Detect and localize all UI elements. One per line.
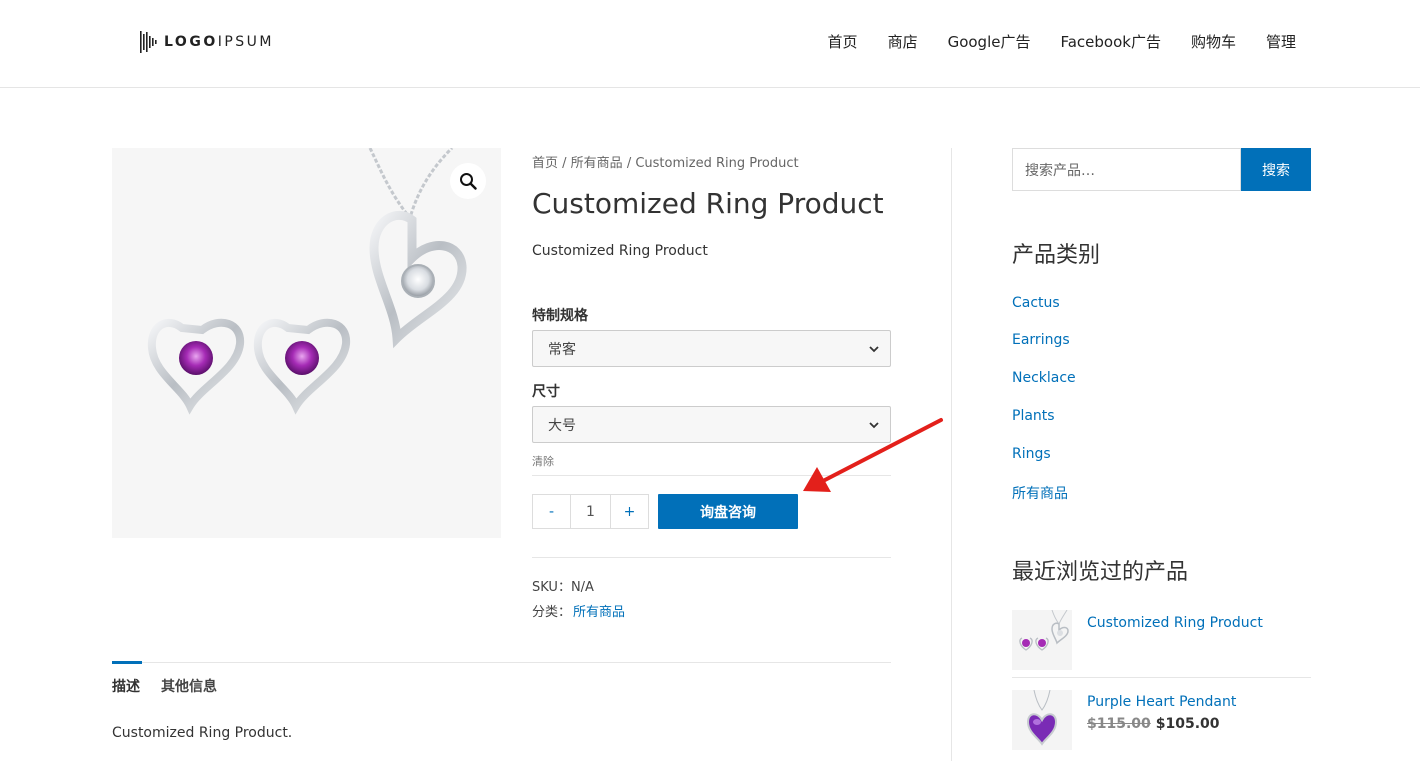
nav-item-google-ads[interactable]: Google广告 <box>948 33 1031 51</box>
zoom-button[interactable] <box>450 163 486 199</box>
product-sku: SKU：N/A <box>532 576 594 595</box>
quantity-input[interactable]: 1 <box>571 494 610 529</box>
variation-label-spec: 特制规格 <box>532 308 588 324</box>
category-link[interactable]: 所有商品 <box>573 605 625 620</box>
sku-value: N/A <box>570 580 594 595</box>
logo-text: LOGOIPSUM <box>164 34 275 50</box>
annotation-arrow <box>803 418 943 492</box>
recent-products-separator <box>1012 677 1311 678</box>
site-logo[interactable]: LOGOIPSUM <box>139 29 274 55</box>
clear-variations-link[interactable]: 清除 <box>532 453 554 469</box>
variation-select-spec-value: 常客 <box>548 341 576 358</box>
product-thumbnail-image <box>1019 610 1069 651</box>
product-image[interactable] <box>112 148 501 538</box>
search-button[interactable]: 搜索 <box>1241 148 1311 191</box>
recent-product-thumbnail[interactable] <box>1012 610 1072 670</box>
recent-product-link[interactable]: Customized Ring Product <box>1087 615 1263 631</box>
tab-description[interactable]: 描述 <box>112 676 140 696</box>
sku-label: SKU： <box>532 580 571 595</box>
recent-product-thumbnail[interactable] <box>1012 690 1072 750</box>
product-category: 分类： 所有商品 <box>532 601 625 620</box>
old-price: $115.00 <box>1087 716 1151 732</box>
category-link-earrings[interactable]: Earrings <box>1012 332 1070 348</box>
product-title: Customized Ring Product <box>532 187 884 220</box>
variation-select-size-value: 大号 <box>548 417 576 434</box>
search-placeholder: 搜索产品… <box>1025 162 1095 179</box>
main-nav: 首页 商店 Google广告 Facebook广告 购物车 管理 <box>798 33 1296 51</box>
product-thumbnail-image <box>1026 690 1058 746</box>
quantity-stepper: - 1 + <box>532 494 649 529</box>
divider <box>532 557 891 558</box>
nav-item-home[interactable]: 首页 <box>828 33 858 51</box>
breadcrumb-separator: / <box>558 156 571 171</box>
variation-select-spec[interactable]: 常客 <box>532 330 891 367</box>
product-search-input[interactable]: 搜索产品… <box>1012 148 1241 191</box>
quantity-minus-button[interactable]: - <box>532 494 571 529</box>
category-link-all-products[interactable]: 所有商品 <box>1012 483 1068 503</box>
chevron-down-icon <box>869 346 879 353</box>
breadcrumb-current: Customized Ring Product <box>635 156 799 171</box>
category-label: 分类： <box>532 605 572 620</box>
categories-heading: 产品类别 <box>1012 243 1101 268</box>
breadcrumb: 首页 / 所有商品 / Customized Ring Product <box>532 152 799 171</box>
breadcrumb-separator: / <box>622 156 636 171</box>
nav-item-facebook-ads[interactable]: Facebook广告 <box>1060 33 1160 51</box>
category-link-necklace[interactable]: Necklace <box>1012 370 1076 386</box>
magnifier-icon <box>460 173 477 190</box>
nav-item-shop[interactable]: 商店 <box>888 33 918 51</box>
inquiry-button[interactable]: 询盘咨询 <box>658 494 798 529</box>
category-link-rings[interactable]: Rings <box>1012 446 1051 462</box>
breadcrumb-home[interactable]: 首页 <box>532 156 558 171</box>
logo-bars-icon <box>140 31 157 53</box>
product-short-description: Customized Ring Product <box>532 243 708 259</box>
tab-description-content: Customized Ring Product. <box>112 725 293 741</box>
category-link-cactus[interactable]: Cactus <box>1012 295 1060 311</box>
tab-active-indicator <box>112 661 142 664</box>
tabs-divider <box>112 662 891 663</box>
recent-product-link[interactable]: Purple Heart Pendant <box>1087 694 1236 710</box>
jewelry-photo <box>147 148 467 415</box>
breadcrumb-category[interactable]: 所有商品 <box>571 156 623 171</box>
sale-price: $105.00 <box>1155 716 1220 732</box>
quantity-plus-button[interactable]: + <box>610 494 649 529</box>
nav-item-cart[interactable]: 购物车 <box>1191 33 1236 51</box>
variation-label-size: 尺寸 <box>532 384 560 400</box>
recently-viewed-heading: 最近浏览过的产品 <box>1012 560 1189 585</box>
category-link-plants[interactable]: Plants <box>1012 408 1055 424</box>
site-header: LOGOIPSUM 首页 商店 Google广告 Facebook广告 购物车 … <box>0 0 1420 88</box>
tab-additional-info[interactable]: 其他信息 <box>161 676 217 696</box>
recent-product-price: $115.00 $105.00 <box>1087 716 1220 732</box>
content-sidebar-divider <box>951 148 952 761</box>
nav-item-admin[interactable]: 管理 <box>1266 33 1296 51</box>
